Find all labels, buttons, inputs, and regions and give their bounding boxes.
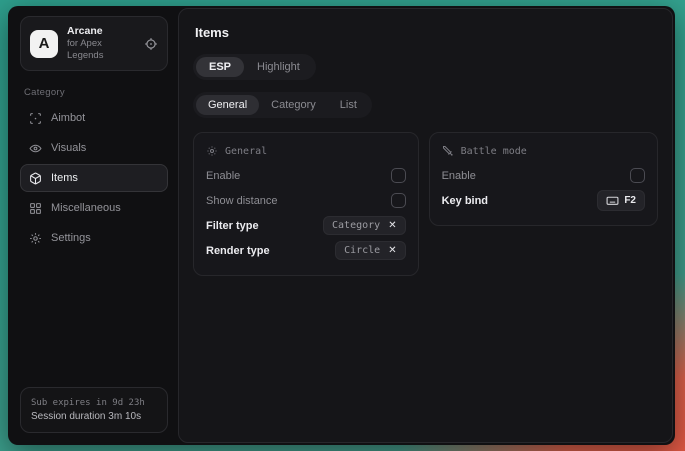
enable-checkbox[interactable] xyxy=(391,168,406,183)
crosshair-icon xyxy=(29,112,42,125)
setting-label: Render type xyxy=(206,245,270,257)
category-label: Category xyxy=(24,87,168,98)
main-panel: Items ESP Highlight General Category Lis… xyxy=(178,8,673,443)
sidebar-nav: Aimbot Visuals Items xyxy=(20,104,168,252)
filter-type-select[interactable]: Category ✕ xyxy=(323,216,406,235)
sidebar-item-settings[interactable]: Settings xyxy=(20,224,168,252)
sidebar-item-visuals[interactable]: Visuals xyxy=(20,134,168,162)
sidebar-item-label: Settings xyxy=(51,232,91,244)
sun-icon xyxy=(206,145,218,157)
clear-icon[interactable]: ✕ xyxy=(388,221,396,231)
setting-row-key-bind: Key bind F2 xyxy=(442,188,645,213)
sidebar-spacer xyxy=(20,252,168,387)
sidebar-item-miscellaneous[interactable]: Miscellaneous xyxy=(20,194,168,222)
mode-switch: ESP Highlight xyxy=(193,54,316,80)
sidebar-item-label: Items xyxy=(51,172,78,184)
session-duration-text: Session duration 3m 10s xyxy=(31,410,157,424)
keyboard-icon xyxy=(606,194,619,207)
brand-name: Arcane xyxy=(67,25,135,38)
render-type-select[interactable]: Circle ✕ xyxy=(335,241,406,260)
tab-general[interactable]: General xyxy=(196,95,259,115)
filter-type-value: Category xyxy=(332,220,380,231)
setting-row-battle-enable: Enable xyxy=(442,163,645,188)
target-icon[interactable] xyxy=(144,37,158,51)
brand-logo: A xyxy=(30,30,58,58)
page-title: Items xyxy=(195,25,658,40)
cards-row: General Enable Show distance Filter type… xyxy=(193,132,658,276)
setting-row-enable: Enable xyxy=(206,163,406,188)
package-icon xyxy=(29,172,42,185)
setting-label: Enable xyxy=(442,170,476,182)
app-window: A Arcane for Apex Legends Category xyxy=(8,6,675,445)
general-card: General Enable Show distance Filter type… xyxy=(193,132,419,276)
tab-category[interactable]: Category xyxy=(259,95,328,115)
grid-icon xyxy=(29,202,42,215)
gear-icon xyxy=(29,232,42,245)
setting-row-filter-type: Filter type Category ✕ xyxy=(206,213,406,238)
setting-label: Enable xyxy=(206,170,240,182)
setting-label: Show distance xyxy=(206,195,278,207)
setting-label: Key bind xyxy=(442,195,488,207)
keybind-value: F2 xyxy=(624,195,636,206)
sidebar-item-label: Aimbot xyxy=(51,112,85,124)
general-card-header: General xyxy=(206,145,406,157)
mode-tab-esp[interactable]: ESP xyxy=(196,57,244,77)
setting-row-show-distance: Show distance xyxy=(206,188,406,213)
battle-enable-checkbox[interactable] xyxy=(630,168,645,183)
sidebar-item-aimbot[interactable]: Aimbot xyxy=(20,104,168,132)
sidebar-item-label: Visuals xyxy=(51,142,86,154)
show-distance-checkbox[interactable] xyxy=(391,193,406,208)
battle-card-header: Battle mode xyxy=(442,145,645,157)
battle-card-title: Battle mode xyxy=(461,146,527,157)
clear-icon[interactable]: ✕ xyxy=(388,246,396,256)
setting-label: Filter type xyxy=(206,220,259,232)
sidebar-item-items[interactable]: Items xyxy=(20,164,168,192)
keybind-button[interactable]: F2 xyxy=(597,190,645,211)
subscription-card: Sub expires in 9d 23h Session duration 3… xyxy=(20,387,168,433)
brand-card: A Arcane for Apex Legends xyxy=(20,16,168,71)
view-tabs: General Category List xyxy=(193,92,372,118)
brand-text: Arcane for Apex Legends xyxy=(67,25,135,62)
swords-icon xyxy=(442,145,454,157)
tab-list[interactable]: List xyxy=(328,95,369,115)
sidebar: A Arcane for Apex Legends Category xyxy=(10,8,178,443)
general-card-title: General xyxy=(225,146,267,157)
eye-icon xyxy=(29,142,42,155)
brand-subtitle: for Apex Legends xyxy=(67,38,135,62)
battle-mode-card: Battle mode Enable Key bind xyxy=(429,132,658,226)
sub-expires-text: Sub expires in 9d 23h xyxy=(31,396,157,410)
sidebar-item-label: Miscellaneous xyxy=(51,202,121,214)
render-type-value: Circle xyxy=(344,245,380,256)
mode-tab-highlight[interactable]: Highlight xyxy=(244,57,313,77)
setting-row-render-type: Render type Circle ✕ xyxy=(206,238,406,263)
